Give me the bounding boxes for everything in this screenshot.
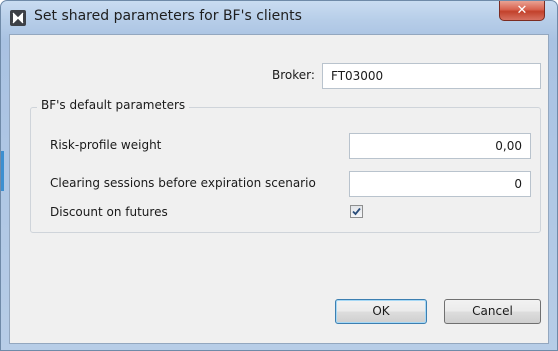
risk-profile-weight-field[interactable]: 0,00 bbox=[349, 133, 531, 159]
window-title: Set shared parameters for BF's clients bbox=[34, 8, 302, 24]
dialog-window: Set shared parameters for BF's clients ✕… bbox=[0, 0, 558, 351]
discount-on-futures-label: Discount on futures bbox=[50, 205, 168, 219]
discount-on-futures-checkbox[interactable] bbox=[350, 205, 363, 218]
risk-profile-weight-label: Risk-profile weight bbox=[50, 138, 162, 152]
broker-field[interactable]: FT03000 bbox=[322, 63, 541, 89]
app-logo-icon bbox=[10, 10, 26, 26]
close-icon[interactable]: ✕ bbox=[517, 3, 528, 18]
checkmark-icon bbox=[352, 207, 361, 216]
cancel-button[interactable]: Cancel bbox=[444, 299, 541, 324]
title-bar[interactable]: Set shared parameters for BF's clients ✕ bbox=[1, 1, 557, 34]
broker-label: Broker: bbox=[272, 68, 315, 82]
close-button[interactable]: ✕ bbox=[499, 1, 545, 21]
clearing-sessions-label: Clearing sessions before expiration scen… bbox=[50, 176, 316, 190]
clearing-sessions-field[interactable]: 0 bbox=[349, 171, 531, 197]
background-accent-stripe bbox=[1, 151, 4, 191]
group-title: BF's default parameters bbox=[37, 98, 190, 112]
ok-button[interactable]: OK bbox=[335, 299, 427, 324]
